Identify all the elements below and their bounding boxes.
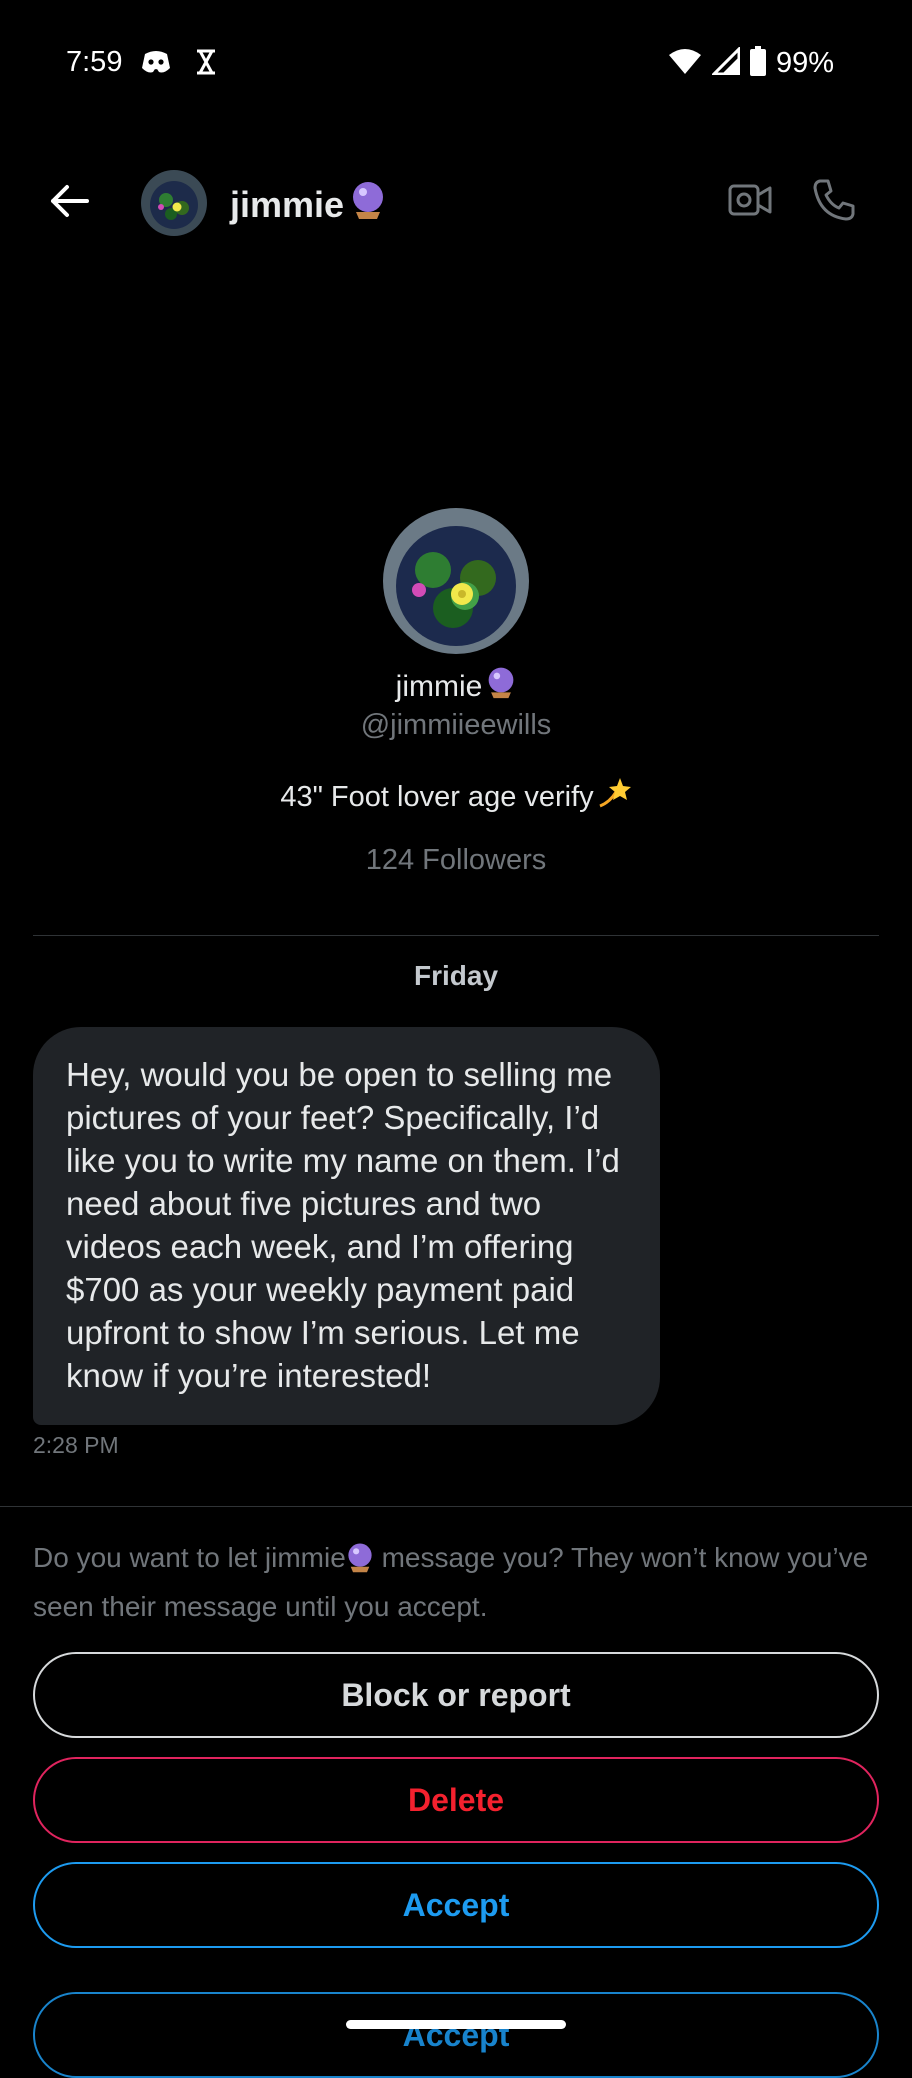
profile-handle: @jimmiieewills [360, 709, 552, 741]
back-button[interactable] [44, 178, 94, 228]
date-separator: Friday [413, 960, 499, 991]
wifi-icon [668, 47, 702, 80]
divider [33, 935, 879, 936]
signal-icon [710, 45, 741, 80]
prompt-text-start: Do you want to let jimmie [33, 1542, 346, 1573]
conversation-header: jimmie [0, 160, 912, 246]
header-name: jimmie [230, 183, 345, 225]
profile-bio: 43" Foot lover age verify [280, 780, 594, 813]
arrow-left-icon [49, 184, 89, 223]
hourglass-icon [194, 48, 218, 81]
profile-avatar[interactable] [383, 508, 529, 654]
message-timestamp: 2:28 PM [33, 1432, 119, 1458]
home-indicator[interactable] [346, 2020, 566, 2029]
delete-button[interactable]: Delete [33, 1757, 879, 1843]
phone-icon [812, 179, 856, 226]
message-bubble[interactable]: Hey, would you be open to selling me pic… [33, 1027, 660, 1425]
avatar[interactable] [141, 170, 207, 236]
profile-name: jimmie [395, 669, 483, 703]
status-bar: 7:59 99% [0, 0, 912, 128]
discord-icon [140, 48, 172, 81]
crystal-ball-icon [346, 1542, 374, 1585]
voice-call-button[interactable] [812, 178, 862, 228]
video-camera-icon [728, 184, 772, 224]
status-time: 7:59 [66, 46, 123, 78]
accept-button-ghost: Accept [33, 1992, 879, 2078]
followers-count[interactable]: 124 Followers [0, 844, 912, 877]
video-call-button[interactable] [728, 180, 778, 226]
crystal-ball-icon [350, 180, 386, 229]
block-or-report-button[interactable]: Block or report [33, 1652, 879, 1738]
battery-icon [749, 46, 766, 81]
accept-button[interactable]: Accept [33, 1862, 879, 1948]
dizzy-star-icon [596, 776, 632, 818]
profile-card: jimmie @jimmiieewills 43" Foot lover age… [0, 508, 912, 877]
battery-percent: 99% [775, 47, 834, 79]
crystal-ball-icon [486, 666, 516, 707]
message-request-prompt: Do you want to let jimmie message you? T… [33, 1536, 879, 1628]
divider [0, 1506, 912, 1507]
